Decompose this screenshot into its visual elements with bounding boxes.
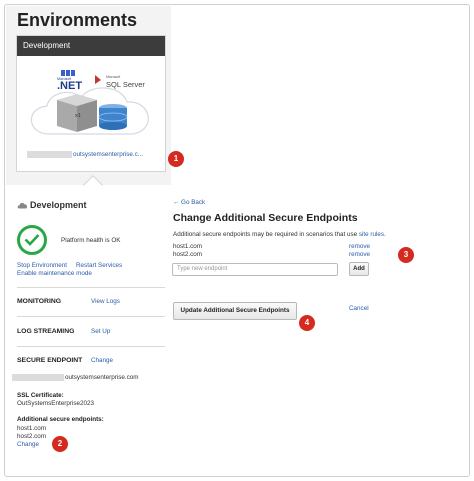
- remove-endpoint-link[interactable]: remove: [349, 251, 370, 258]
- sql-server-logo: SQL Server: [106, 80, 145, 89]
- form-description: Additional secure endpoints may be requi…: [173, 231, 386, 238]
- environment-card[interactable]: Development Microsoft .NET Microsoft SQL…: [16, 35, 166, 172]
- environment-name: Development: [30, 200, 87, 210]
- endpoint-host: host2.com: [173, 251, 203, 258]
- additional-endpoints-change-link[interactable]: Change: [17, 441, 39, 448]
- environment-stack-illustration: [30, 70, 149, 135]
- redacted-host: [27, 151, 72, 158]
- new-endpoint-input[interactable]: Type new endpoint: [172, 263, 338, 276]
- cloud-icon: [17, 202, 28, 209]
- view-logs-link[interactable]: View Logs: [91, 298, 120, 305]
- endpoint-host: host1.com: [173, 243, 203, 250]
- monitoring-label: MONITORING: [17, 298, 62, 305]
- ssl-certificate-label: SSL Certificate:: [17, 392, 64, 399]
- environment-url-link[interactable]: outsystemsenterprise.c...: [27, 151, 143, 158]
- go-back-link[interactable]: ← Go Back: [173, 199, 205, 206]
- arrow-left-icon: ←: [173, 199, 180, 206]
- sql-logo-small: Microsoft: [106, 75, 121, 79]
- additional-endpoints-label: Additional secure endpoints:: [17, 416, 104, 423]
- redacted-host: [12, 374, 64, 381]
- ssl-certificate-value: OutSystemsEnterprise2023: [17, 400, 94, 407]
- additional-endpoint-host: host1.com: [17, 425, 47, 432]
- update-endpoints-button[interactable]: Update Additional Secure Endpoints: [173, 302, 297, 320]
- form-title: Change Additional Secure Endpoints: [173, 212, 358, 224]
- callout-badge-3: 3: [398, 247, 414, 263]
- add-endpoint-button[interactable]: Add: [349, 262, 369, 276]
- section-divider: [17, 346, 165, 347]
- stop-environment-link[interactable]: Stop Environment: [17, 262, 67, 269]
- section-divider: [17, 287, 165, 288]
- secure-endpoint-host: outsystemsenterprise.com: [12, 374, 139, 381]
- dotnet-logo: .NET: [57, 80, 83, 92]
- restart-services-link[interactable]: Restart Services: [76, 262, 122, 269]
- page-title: Environments: [17, 10, 138, 30]
- instance-count: x1: [75, 113, 81, 119]
- section-divider: [17, 316, 165, 317]
- callout-badge-4: 4: [299, 315, 315, 331]
- additional-endpoint-host: host2.com: [17, 433, 47, 440]
- secure-endpoint-label: SECURE ENDPOINT: [17, 357, 83, 364]
- secure-endpoint-change-link[interactable]: Change: [91, 357, 113, 364]
- remove-endpoint-link[interactable]: remove: [349, 243, 370, 250]
- set-up-link[interactable]: Set Up: [91, 328, 110, 335]
- health-status-icon: [17, 225, 47, 255]
- callout-badge-1: 1: [168, 151, 184, 167]
- cancel-link[interactable]: Cancel: [349, 305, 369, 312]
- callout-badge-2: 2: [52, 436, 68, 452]
- environment-card-header: Development: [17, 36, 165, 56]
- log-streaming-label: LOG STREAMING: [17, 328, 75, 335]
- maintenance-mode-link[interactable]: Enable maintenance mode: [17, 270, 92, 277]
- platform-health-text: Platform health is OK: [61, 237, 121, 244]
- site-rules-link[interactable]: site rules: [359, 231, 384, 238]
